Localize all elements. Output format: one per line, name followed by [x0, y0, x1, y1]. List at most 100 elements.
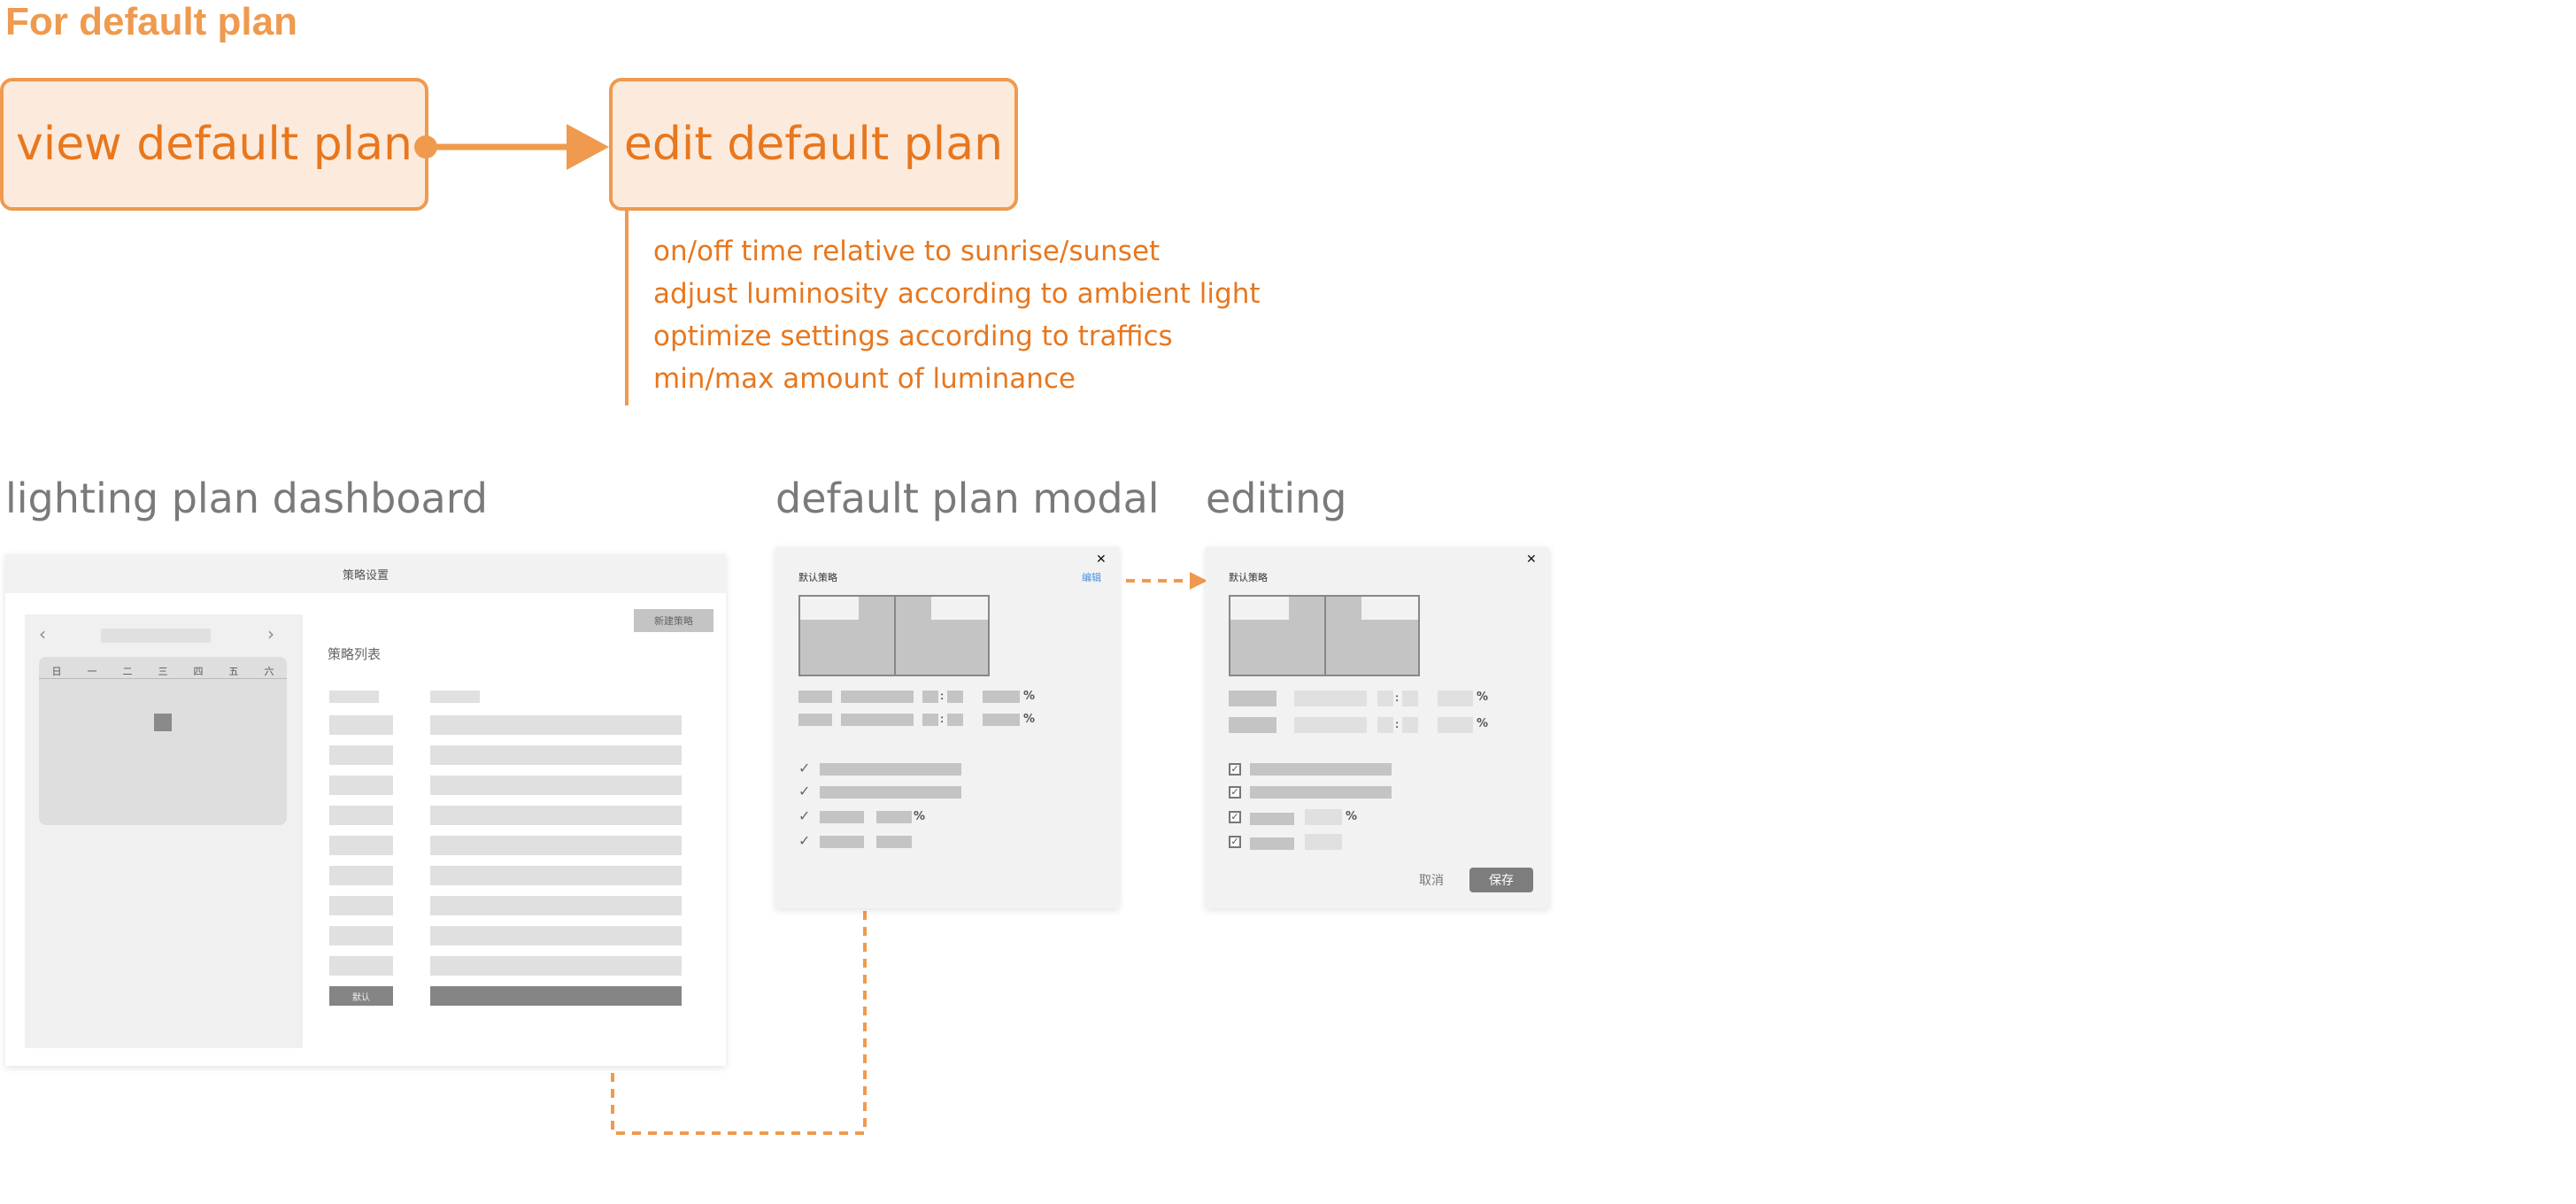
editing-row1-minute[interactable]	[1402, 691, 1418, 706]
calendar-selected-day[interactable]	[154, 714, 172, 731]
list-row-6-col2[interactable]	[430, 866, 682, 885]
chart-divider	[894, 597, 896, 675]
list-row-2-col2[interactable]	[430, 745, 682, 765]
modal-row1-value	[841, 691, 914, 703]
prev-month-icon[interactable]: ‹	[39, 623, 46, 644]
modal-check-3-value	[876, 811, 912, 823]
list-header-col1	[329, 691, 379, 703]
editing-check-1-text	[1250, 763, 1392, 776]
weekday-row: 日 一 二 三 四 五 六	[39, 664, 287, 679]
editing-row2-input[interactable]	[1294, 717, 1367, 733]
editing-checkbox-2[interactable]: ✓	[1229, 786, 1241, 799]
editing-chart-divider	[1324, 597, 1326, 675]
editing-check-3-text	[1250, 813, 1294, 825]
list-row-1-col1	[329, 715, 393, 735]
list-row-1-col2[interactable]	[430, 715, 682, 735]
list-row-8-col1	[329, 926, 393, 945]
chart-block-right	[931, 597, 988, 620]
section-title-modal: default plan modal	[775, 475, 1160, 522]
modal-check-4-value	[876, 836, 912, 848]
list-row-2-col1	[329, 745, 393, 765]
modal-row1-percent: %	[1023, 690, 1036, 703]
editing-chart-block-right	[1361, 597, 1418, 620]
next-month-icon[interactable]: ›	[267, 623, 274, 644]
editing-row1-input[interactable]	[1294, 691, 1367, 706]
editing-close-icon[interactable]: ✕	[1526, 552, 1537, 567]
editing-row2-percent-input[interactable]	[1438, 717, 1473, 733]
calendar-grid: 日 一 二 三 四 五 六	[39, 657, 287, 825]
note-4: min/max amount of luminance	[653, 363, 1076, 395]
dashed-arrow-head-right	[1190, 572, 1207, 590]
modal-row2-hour	[922, 714, 938, 726]
editing-checkbox-1[interactable]: ✓	[1229, 763, 1241, 776]
list-row-4-col1	[329, 806, 393, 825]
editing-row1-percent: %	[1477, 691, 1489, 704]
editing-row2-select[interactable]	[1229, 717, 1276, 733]
modal-check-3-percent: %	[914, 810, 926, 823]
list-row-7-col2[interactable]	[430, 896, 682, 915]
modal-check-2-icon: ✓	[798, 783, 811, 799]
editing-schedule-chart[interactable]	[1229, 595, 1420, 676]
note-3: optimize settings according to traffics	[653, 320, 1173, 352]
modal-check-4-text	[820, 836, 864, 848]
list-row-9-col1	[329, 956, 393, 976]
editing-row1-hour[interactable]	[1377, 691, 1393, 706]
list-row-8-col2[interactable]	[430, 926, 682, 945]
dashboard-wireframe: 策略设置 ‹ › 日 一 二 三 四 五 六 新建策略 策略列表 默认	[5, 554, 726, 1066]
dashboard-header: 策略设置	[5, 554, 726, 593]
editing-row2-colon: :	[1395, 717, 1400, 730]
modal-check-4-icon: ✓	[798, 832, 811, 849]
list-row-9-col2[interactable]	[430, 956, 682, 976]
new-plan-button[interactable]: 新建策略	[634, 609, 713, 632]
modal-row2-value	[841, 714, 914, 726]
modal-check-1-icon: ✓	[798, 760, 811, 776]
list-header-col2	[430, 691, 480, 703]
save-button[interactable]: 保存	[1469, 868, 1533, 892]
list-row-4-col2[interactable]	[430, 806, 682, 825]
list-row-6-col1	[329, 866, 393, 885]
month-label-placeholder	[101, 629, 211, 643]
weekday-sun: 日	[51, 666, 62, 677]
editing-row2-minute[interactable]	[1402, 717, 1418, 733]
editing-row2-hour[interactable]	[1377, 717, 1393, 733]
flow-arrow-head	[567, 124, 609, 170]
note-1: on/off time relative to sunrise/sunset	[653, 235, 1161, 267]
default-plan-row-bar[interactable]	[430, 986, 682, 1006]
modal-close-icon[interactable]: ✕	[1096, 552, 1107, 567]
modal-check-1-text	[820, 763, 961, 776]
editing-row1-select[interactable]	[1229, 691, 1276, 706]
modal-schedule-chart	[798, 595, 990, 676]
list-row-3-col1	[329, 776, 393, 795]
default-plan-row-label[interactable]: 默认	[329, 986, 393, 1006]
chart-block-left	[800, 597, 859, 620]
editing-modal: ✕ 默认策略 : % : % ✓ ✓ ✓ % ✓ 取消 保存	[1206, 547, 1549, 908]
modal-row2-label	[798, 714, 832, 726]
modal-row2-percent: %	[1023, 713, 1036, 726]
weekday-fri: 五	[228, 666, 239, 677]
editing-check-4-input[interactable]	[1305, 834, 1342, 850]
note-2: adjust luminosity according to ambient l…	[653, 278, 1261, 310]
editing-title: 默认策略	[1229, 572, 1268, 583]
modal-row1-hour	[922, 691, 938, 703]
list-row-5-col2[interactable]	[430, 836, 682, 855]
section-title-editing: editing	[1206, 475, 1347, 522]
list-row-3-col2[interactable]	[430, 776, 682, 795]
modal-row2-colon: :	[940, 712, 945, 725]
default-plan-modal: ✕ 默认策略 编辑 : % : % ✓ ✓ ✓ % ✓	[775, 547, 1119, 908]
weekday-tue: 二	[122, 666, 133, 677]
modal-edit-link[interactable]: 编辑	[1082, 570, 1101, 584]
weekday-wed: 三	[158, 666, 168, 677]
editing-row1-colon: :	[1395, 691, 1400, 704]
cancel-button[interactable]: 取消	[1408, 868, 1455, 892]
modal-row1-percent-value	[983, 691, 1020, 703]
editing-checkbox-4[interactable]: ✓	[1229, 836, 1241, 848]
editing-row1-percent-input[interactable]	[1438, 691, 1473, 706]
modal-title: 默认策略	[798, 572, 837, 583]
calendar-pane: ‹ › 日 一 二 三 四 五 六	[25, 614, 303, 1048]
modal-row2-percent-value	[983, 714, 1020, 726]
plan-list-title: 策略列表	[328, 646, 382, 662]
editing-checkbox-3[interactable]: ✓	[1229, 811, 1241, 823]
editing-check-3-input[interactable]	[1305, 809, 1342, 825]
section-title-dashboard: lighting plan dashboard	[5, 475, 488, 522]
modal-check-3-text	[820, 811, 864, 823]
